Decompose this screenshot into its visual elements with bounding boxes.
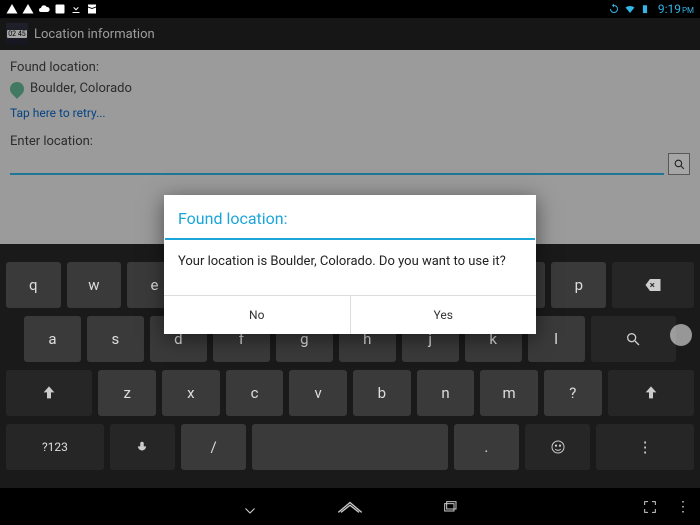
nav-fullscreen-icon[interactable] xyxy=(642,499,658,515)
dialog-title: Found location: xyxy=(164,195,536,238)
key-question[interactable]: ? xyxy=(544,370,602,416)
nav-menu-icon[interactable]: ⋮ xyxy=(676,499,690,515)
status-right: 9:19PM xyxy=(608,2,694,16)
found-location-dialog: Found location: Your location is Boulder… xyxy=(164,195,536,334)
cloud-icon xyxy=(38,3,50,15)
key-m[interactable]: m xyxy=(480,370,538,416)
key-w[interactable]: w xyxy=(67,262,122,308)
key-slash[interactable]: / xyxy=(181,424,246,470)
key-a[interactable]: a xyxy=(24,316,81,362)
navigation-bar: ⋮ xyxy=(0,488,700,525)
key-shift-right[interactable] xyxy=(608,370,694,416)
key-backspace[interactable] xyxy=(612,262,694,308)
key-emoji[interactable] xyxy=(525,424,590,470)
nav-home[interactable] xyxy=(335,495,365,519)
key-v[interactable]: v xyxy=(289,370,347,416)
key-period[interactable]: . xyxy=(454,424,519,470)
play-store-icon xyxy=(86,3,98,15)
key-x[interactable]: x xyxy=(162,370,220,416)
picture-icon xyxy=(54,3,66,15)
keyboard-row-3: z x c v b n m ? xyxy=(6,370,694,416)
warning-icon xyxy=(22,3,34,15)
assist-handle-icon[interactable] xyxy=(670,324,692,346)
key-l[interactable]: l xyxy=(528,316,585,362)
key-z[interactable]: z xyxy=(98,370,156,416)
status-left xyxy=(6,3,98,15)
sync-icon xyxy=(608,3,620,15)
status-bar: 9:19PM xyxy=(0,0,700,18)
key-shift[interactable] xyxy=(6,370,92,416)
key-more[interactable]: ⋮ xyxy=(596,424,694,470)
key-n[interactable]: n xyxy=(417,370,475,416)
key-s[interactable]: s xyxy=(87,316,144,362)
download-icon xyxy=(70,3,82,15)
warning-icon xyxy=(6,3,18,15)
nav-hide-keyboard[interactable] xyxy=(235,495,265,519)
clock: 9:19PM xyxy=(658,2,694,16)
key-q[interactable]: q xyxy=(6,262,61,308)
key-space[interactable] xyxy=(252,424,448,470)
key-p[interactable]: p xyxy=(551,262,606,308)
dialog-actions: No Yes xyxy=(164,295,536,334)
battery-icon xyxy=(640,3,652,15)
dialog-yes-button[interactable]: Yes xyxy=(350,296,537,334)
wifi-icon xyxy=(624,3,636,15)
dialog-no-button[interactable]: No xyxy=(164,296,350,334)
dialog-body: Your location is Boulder, Colorado. Do y… xyxy=(164,240,536,295)
key-b[interactable]: b xyxy=(353,370,411,416)
key-symbols[interactable]: ?123 xyxy=(6,424,104,470)
nav-recents[interactable] xyxy=(435,495,465,519)
keyboard-row-4: ?123 / . ⋮ xyxy=(6,424,694,470)
key-c[interactable]: c xyxy=(226,370,284,416)
key-search[interactable] xyxy=(591,316,676,362)
key-mic[interactable] xyxy=(110,424,175,470)
